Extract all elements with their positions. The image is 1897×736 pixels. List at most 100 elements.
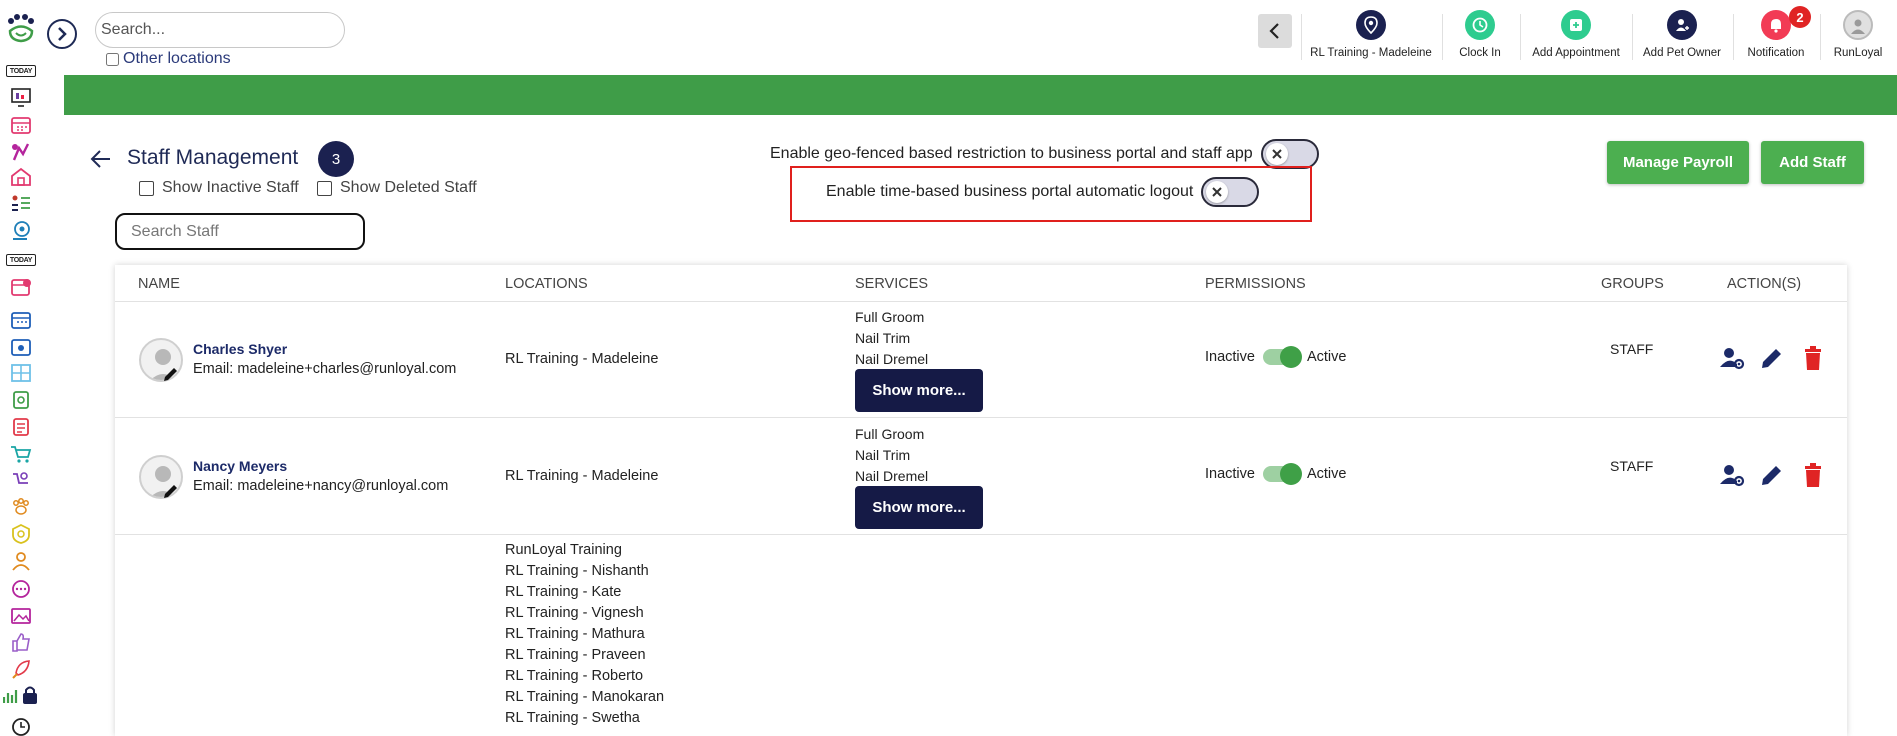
- notification-count-badge: 2: [1789, 6, 1811, 28]
- notification-button[interactable]: 2 Notification: [1742, 6, 1811, 62]
- delete-staff-button[interactable]: [1800, 462, 1826, 488]
- column-header-groups: GROUPS: [1601, 276, 1664, 292]
- auto-logout-setting: Enable time-based business portal automa…: [826, 177, 1260, 207]
- location-item: RL Training - Praveen: [505, 647, 646, 663]
- profile-menu[interactable]: RunLoyal: [1826, 10, 1890, 62]
- gallery-icon[interactable]: [9, 605, 33, 627]
- badge-icon[interactable]: [9, 523, 33, 545]
- manage-payroll-button[interactable]: Manage Payroll: [1607, 141, 1749, 184]
- other-locations-label: Other locations: [123, 50, 231, 67]
- topbar-collapse-button[interactable]: [1258, 14, 1292, 48]
- show-deleted-staff-label: Show Deleted Staff: [340, 179, 477, 196]
- staff-email: Email: madeleine+nancy@runloyal.com: [193, 478, 449, 494]
- search-staff-input[interactable]: [115, 213, 365, 250]
- active-toggle[interactable]: [1262, 463, 1302, 485]
- show-more-button[interactable]: Show more...: [855, 486, 983, 529]
- user-settings-icon: [1720, 465, 1745, 487]
- edit-staff-button[interactable]: [1759, 462, 1785, 488]
- service-item: Nail Trim: [855, 447, 911, 463]
- service-item: Full Groom: [855, 426, 925, 442]
- staff-services: Full Groom Nail Trim Nail Dremel: [855, 307, 928, 370]
- user-icon[interactable]: [9, 550, 33, 572]
- checklist-icon[interactable]: [9, 389, 33, 411]
- manage-permissions-button[interactable]: [1719, 462, 1745, 488]
- staff-services: Full Groom Nail Trim Nail Dremel: [855, 424, 928, 487]
- active-toggle[interactable]: [1262, 346, 1302, 368]
- header-banner: [64, 75, 1897, 115]
- add-pet-owner-button[interactable]: Add Pet Owner: [1640, 10, 1724, 62]
- pet-store-icon[interactable]: [9, 469, 33, 491]
- paw-icon[interactable]: [9, 496, 33, 518]
- clock-in-button[interactable]: Clock In: [1452, 10, 1508, 62]
- active-label: Active: [1306, 466, 1347, 482]
- delete-staff-button[interactable]: [1800, 345, 1826, 371]
- show-inactive-staff-checkbox[interactable]: Show Inactive Staff: [139, 179, 299, 197]
- show-deleted-staff-checkbox[interactable]: Show Deleted Staff: [317, 179, 477, 197]
- pencil-icon: [1762, 349, 1781, 368]
- chevron-right-icon: [58, 27, 67, 41]
- auto-logout-toggle[interactable]: [1201, 177, 1260, 207]
- report-card-icon[interactable]: [9, 416, 33, 438]
- cart-icon[interactable]: [9, 443, 33, 465]
- staff-email: Email: madeleine+charles@runloyal.com: [193, 361, 457, 377]
- chevron-left-icon: [1269, 23, 1279, 39]
- edit-avatar-icon[interactable]: [162, 482, 180, 500]
- staff-locations-list: RunLoyal Training RL Training - Nishanth…: [505, 540, 664, 729]
- geo-fence-toggle[interactable]: [1260, 139, 1319, 169]
- runloyal-logo-icon[interactable]: [5, 12, 37, 44]
- checkbox-box[interactable]: [317, 180, 332, 196]
- clock-icon: [1465, 10, 1495, 40]
- staff-list-icon[interactable]: [9, 193, 33, 215]
- trash-icon: [1805, 463, 1821, 487]
- other-locations-checkbox-input[interactable]: [106, 52, 119, 66]
- staff-group: STAFF: [1610, 341, 1654, 357]
- add-appointment-icon: [1561, 10, 1591, 40]
- add-appointment-button[interactable]: Add Appointment: [1528, 10, 1624, 62]
- edit-staff-button[interactable]: [1759, 345, 1785, 371]
- staff-name[interactable]: Charles Shyer: [193, 341, 287, 357]
- user-settings-icon: [1720, 348, 1745, 370]
- clock-history-icon[interactable]: [9, 715, 33, 736]
- inactive-label: Inactive: [1205, 466, 1255, 482]
- global-search-input[interactable]: [95, 12, 345, 48]
- dashboard-icon[interactable]: [9, 86, 33, 108]
- staff-schedule-icon[interactable]: [9, 336, 33, 358]
- support-icon[interactable]: [9, 219, 33, 241]
- edit-avatar-icon[interactable]: [162, 365, 180, 383]
- staff-count-badge: 3: [318, 141, 354, 177]
- today-alt-icon[interactable]: TODAY: [6, 254, 36, 266]
- location-selector[interactable]: RL Training - Madeleine: [1310, 10, 1432, 62]
- column-header-actions: ACTION(S): [1727, 276, 1802, 292]
- analytics-locked-icon[interactable]: [3, 684, 39, 706]
- back-arrow-icon[interactable]: [90, 148, 112, 170]
- location-label: RL Training - Madeleine: [1310, 47, 1432, 59]
- manage-permissions-button[interactable]: [1719, 345, 1745, 371]
- rocket-icon[interactable]: [9, 658, 33, 680]
- calendar-check-icon[interactable]: [9, 276, 33, 298]
- staff-location: RL Training - Madeleine: [505, 351, 659, 367]
- inactive-label: Inactive: [1205, 349, 1255, 365]
- grooming-icon[interactable]: [9, 141, 33, 163]
- left-sidebar: TODAY TODAY: [0, 0, 42, 736]
- location-item: RL Training - Kate: [505, 584, 622, 600]
- today-icon[interactable]: TODAY: [6, 65, 36, 77]
- thumbs-up-icon[interactable]: [9, 631, 33, 653]
- add-staff-button[interactable]: Add Staff: [1761, 141, 1864, 184]
- location-item: RL Training - Mathura: [505, 626, 645, 642]
- show-more-button[interactable]: Show more...: [855, 369, 983, 412]
- staff-group: STAFF: [1610, 458, 1654, 474]
- other-locations-checkbox[interactable]: Other locations: [106, 50, 231, 68]
- add-pet-owner-label: Add Pet Owner: [1643, 47, 1721, 59]
- calendar-icon[interactable]: [9, 114, 33, 136]
- expand-sidebar-button[interactable]: [47, 19, 77, 49]
- staff-name[interactable]: Nancy Meyers: [193, 458, 287, 474]
- floor-plan-icon[interactable]: [9, 362, 33, 384]
- location-item: RL Training - Nishanth: [505, 563, 649, 579]
- add-user-icon: [1667, 10, 1697, 40]
- schedule-icon[interactable]: [9, 309, 33, 331]
- geo-fence-setting: Enable geo-fenced based restriction to b…: [770, 139, 1319, 169]
- chat-icon[interactable]: [9, 578, 33, 600]
- boarding-icon[interactable]: [9, 166, 33, 188]
- checkbox-box[interactable]: [139, 180, 154, 196]
- service-item: Nail Trim: [855, 330, 911, 346]
